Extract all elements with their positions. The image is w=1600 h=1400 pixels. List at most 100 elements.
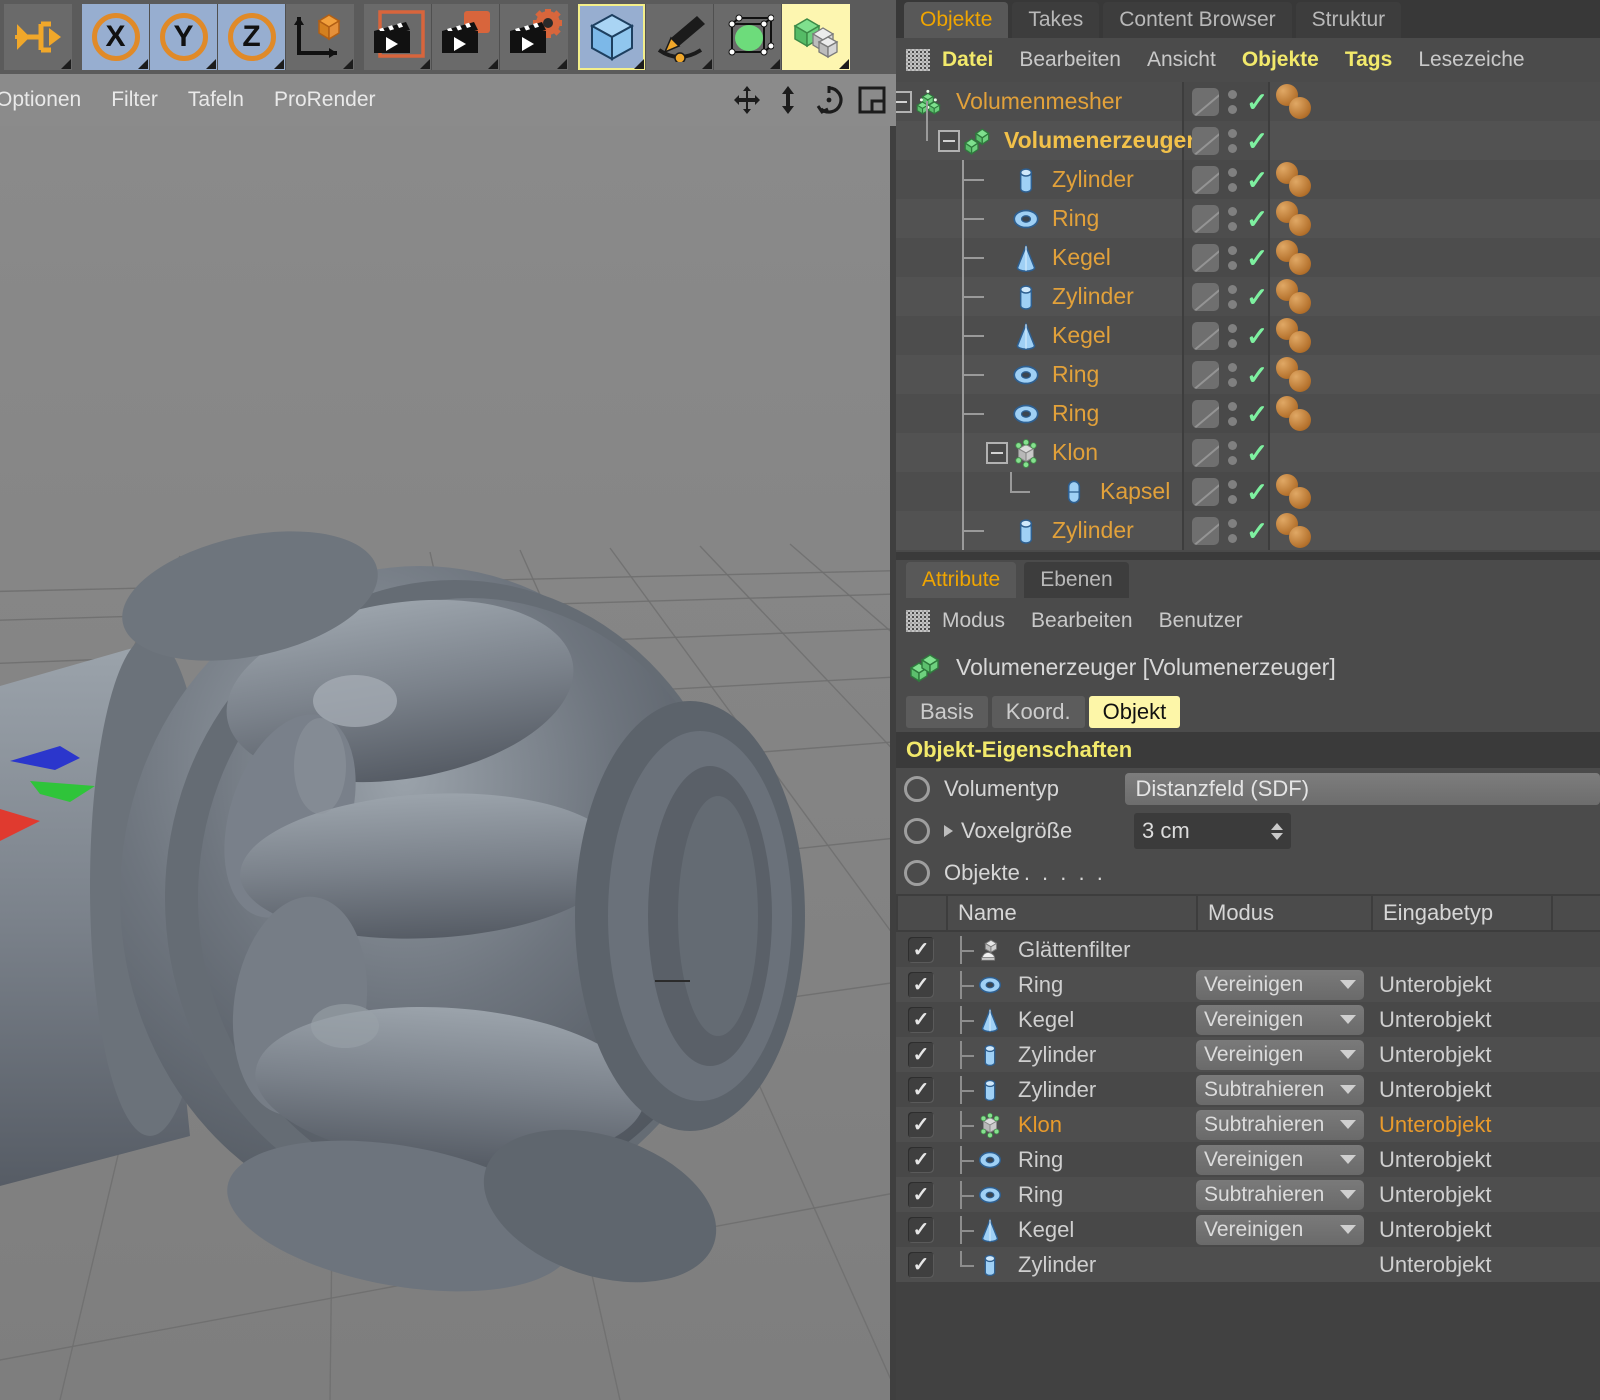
row-mode-cell[interactable]: Subtrahieren	[1196, 1110, 1371, 1140]
row-checkbox-cell[interactable]: ✓	[896, 1252, 946, 1278]
row-name-cell[interactable]: Klon	[946, 1111, 1196, 1139]
enabled-check-icon[interactable]: ✓	[1246, 245, 1268, 271]
object-tags-column[interactable]	[1268, 511, 1600, 550]
object-tree-row[interactable]: Volumenerzeuger✓	[896, 121, 1600, 160]
row-mode-cell[interactable]: Vereinigen	[1196, 1215, 1371, 1245]
row-checkbox[interactable]: ✓	[908, 1042, 934, 1068]
object-tree-row[interactable]: Kapsel✓	[896, 472, 1600, 511]
enabled-check-icon[interactable]: ✓	[1246, 440, 1268, 466]
viewport-menu-optionen[interactable]: Optionen	[0, 88, 81, 112]
enabled-check-icon[interactable]: ✓	[1246, 206, 1268, 232]
table-row[interactable]: ✓RingVereinigenUnterobjekt	[896, 1142, 1600, 1177]
object-visibility-column[interactable]: ✓	[1182, 316, 1268, 355]
tag-icon[interactable]	[1276, 84, 1318, 120]
table-row[interactable]: ✓ZylinderSubtrahierenUnterobjekt	[896, 1072, 1600, 1107]
object-visibility-column[interactable]: ✓	[1182, 355, 1268, 394]
row-checkbox-cell[interactable]: ✓	[896, 1042, 946, 1068]
table-row[interactable]: ✓Zylinder Unterobjekt	[896, 1247, 1600, 1282]
tag-icon[interactable]	[1276, 240, 1318, 276]
object-tree-row[interactable]: Zylinder✓	[896, 277, 1600, 316]
attr-subtab-basis[interactable]: Basis	[906, 696, 988, 728]
row-name-cell[interactable]: Ring	[946, 971, 1196, 999]
objmenu-ansicht[interactable]: Ansicht	[1147, 48, 1216, 72]
row-input-cell[interactable]: Unterobjekt	[1371, 1112, 1600, 1138]
row-checkbox[interactable]: ✓	[908, 1007, 934, 1033]
editor-visibility-icon[interactable]	[1192, 166, 1219, 194]
render-region-button[interactable]	[432, 4, 500, 70]
objmenu-lesezeiche[interactable]: Lesezeiche	[1418, 48, 1524, 72]
object-visibility-column[interactable]: ✓	[1182, 82, 1268, 121]
objmenu-tags[interactable]: Tags	[1345, 48, 1392, 72]
row-checkbox[interactable]: ✓	[908, 1217, 934, 1243]
object-tree-row[interactable]: Zylinder✓	[896, 511, 1600, 550]
editor-visibility-icon[interactable]	[1192, 400, 1219, 428]
render-view-button[interactable]	[364, 4, 432, 70]
row-checkbox-cell[interactable]: ✓	[896, 937, 946, 963]
viewport-menu-tafeln[interactable]: Tafeln	[188, 88, 244, 112]
object-visibility-column[interactable]: ✓	[1182, 199, 1268, 238]
mode-dropdown[interactable]: Vereinigen	[1196, 1040, 1364, 1070]
row-input-cell[interactable]: Unterobjekt	[1371, 1217, 1600, 1243]
object-tags-column[interactable]	[1268, 472, 1600, 511]
tag-icon[interactable]	[1276, 201, 1318, 237]
visibility-dots-icon[interactable]	[1228, 363, 1237, 387]
deformer-button[interactable]	[714, 4, 782, 70]
row-name-cell[interactable]: Zylinder	[946, 1251, 1196, 1279]
row-input-cell[interactable]: Unterobjekt	[1371, 1007, 1600, 1033]
object-tree-row[interactable]: Kegel✓	[896, 238, 1600, 277]
row-name-cell[interactable]: Zylinder	[946, 1076, 1196, 1104]
row-checkbox[interactable]: ✓	[908, 1182, 934, 1208]
row-input-cell[interactable]: Unterobjekt	[1371, 1077, 1600, 1103]
mode-dropdown[interactable]: Vereinigen	[1196, 1145, 1364, 1175]
tag-icon[interactable]	[1276, 279, 1318, 315]
viewport-menu-prorender[interactable]: ProRender	[274, 88, 376, 112]
attrmenu-modus[interactable]: Modus	[942, 609, 1005, 633]
object-visibility-column[interactable]: ✓	[1182, 511, 1268, 550]
panel-grip-icon[interactable]	[906, 49, 930, 71]
panel-tab-content browser[interactable]: Content Browser	[1103, 2, 1291, 38]
row-name-cell[interactable]: Ring	[946, 1146, 1196, 1174]
object-tags-column[interactable]	[1268, 160, 1600, 199]
object-tags-column[interactable]	[1268, 355, 1600, 394]
visibility-dots-icon[interactable]	[1228, 519, 1237, 543]
move-along-axis-button[interactable]	[4, 4, 72, 70]
object-visibility-column[interactable]: ✓	[1182, 121, 1268, 160]
object-tree-row[interactable]: Kegel✓	[896, 316, 1600, 355]
row-checkbox-cell[interactable]: ✓	[896, 1007, 946, 1033]
row-checkbox[interactable]: ✓	[908, 1112, 934, 1138]
attribute-tab-ebenen[interactable]: Ebenen	[1024, 562, 1128, 598]
attribute-tab-attribute[interactable]: Attribute	[906, 562, 1016, 598]
object-manager[interactable]: Volumenmesher✓Volumenerzeuger✓Zylinder✓R…	[896, 82, 1600, 552]
objekte-radio[interactable]	[904, 860, 930, 886]
editor-visibility-icon[interactable]	[1192, 361, 1219, 389]
y-axis-lock-button[interactable]: Y	[150, 4, 218, 70]
tag-icon[interactable]	[1276, 318, 1318, 354]
row-mode-cell[interactable]: Vereinigen	[1196, 970, 1371, 1000]
editor-visibility-icon[interactable]	[1192, 88, 1219, 116]
table-header-cell[interactable]: Modus	[1196, 894, 1371, 932]
tag-icon[interactable]	[1276, 513, 1318, 549]
visibility-dots-icon[interactable]	[1228, 168, 1237, 192]
object-tags-column[interactable]	[1268, 277, 1600, 316]
viewport-menu-filter[interactable]: Filter	[111, 88, 158, 112]
volumentyp-radio[interactable]	[904, 776, 930, 802]
object-tree-row[interactable]: Volumenmesher✓	[896, 82, 1600, 121]
panel-tab-objekte[interactable]: Objekte	[904, 2, 1008, 38]
enabled-check-icon[interactable]: ✓	[1246, 128, 1268, 154]
mode-dropdown[interactable]: Subtrahieren	[1196, 1075, 1364, 1105]
objects-table-body[interactable]: ✓Glättenfilter✓RingVereinigenUnterobjekt…	[896, 932, 1600, 1282]
editor-visibility-icon[interactable]	[1192, 322, 1219, 350]
object-visibility-column[interactable]: ✓	[1182, 433, 1268, 472]
3d-viewport[interactable]	[0, 126, 890, 1400]
table-row[interactable]: ✓KegelVereinigenUnterobjekt	[896, 1212, 1600, 1247]
enabled-check-icon[interactable]: ✓	[1246, 89, 1268, 115]
objmenu-objekte[interactable]: Objekte	[1242, 48, 1319, 72]
visibility-dots-icon[interactable]	[1228, 480, 1237, 504]
row-checkbox[interactable]: ✓	[908, 972, 934, 998]
attrmenu-bearbeiten[interactable]: Bearbeiten	[1031, 609, 1133, 633]
object-visibility-column[interactable]: ✓	[1182, 238, 1268, 277]
row-input-cell[interactable]: Unterobjekt	[1371, 1252, 1600, 1278]
tag-icon[interactable]	[1276, 474, 1318, 510]
attr-subtab-koord[interactable]: Koord.	[992, 696, 1085, 728]
object-tags-column[interactable]	[1268, 316, 1600, 355]
